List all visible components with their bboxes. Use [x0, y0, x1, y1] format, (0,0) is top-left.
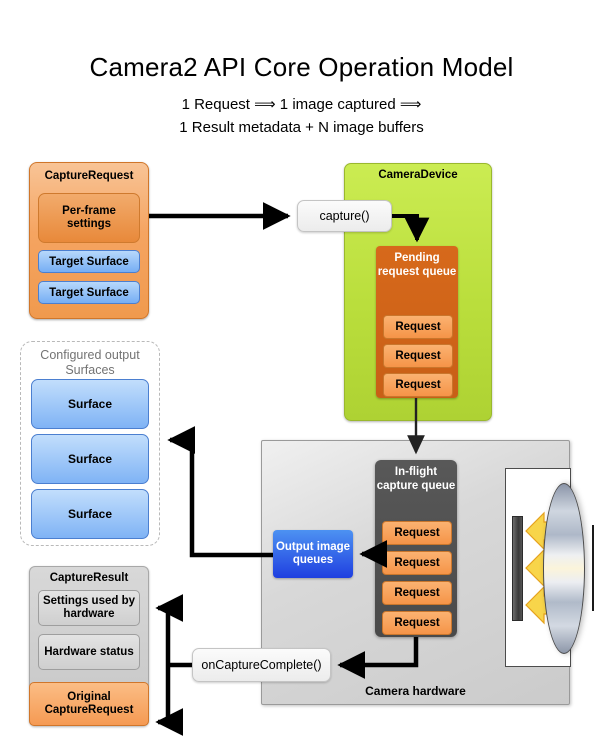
- capture-result-hardware-status: Hardware status: [38, 634, 140, 670]
- original-capture-request-box: Original CaptureRequest: [29, 682, 149, 726]
- subtitle-line-1: 1 Request ⟹ 1 image captured ⟹: [181, 96, 422, 113]
- output-surface-2: Surface: [31, 489, 149, 539]
- camera-hardware-label: Camera hardware: [365, 684, 466, 698]
- subtitle-line-2: 1 Result metadata + N image buffers: [179, 119, 424, 136]
- page-title: Camera2 API Core Operation Model: [89, 52, 514, 82]
- in-flight-request-chip-0: Request: [382, 521, 452, 545]
- diagram-canvas: Camera2 API Core Operation Model 1 Reque…: [0, 0, 603, 741]
- capture-request-title: CaptureRequest: [44, 170, 134, 182]
- on-capture-complete-label[interactable]: onCaptureComplete(): [192, 648, 331, 682]
- camera-device-title: CameraDevice: [378, 169, 458, 181]
- image-sensor-bar: [512, 516, 523, 621]
- in-flight-request-chip-2: Request: [382, 581, 452, 605]
- target-surface-1: Target Surface: [38, 281, 140, 304]
- per-frame-settings-box: Per-frame settings: [38, 193, 140, 243]
- scene-object-line: [592, 525, 594, 611]
- pending-request-chip-1: Request: [383, 344, 453, 368]
- pending-request-chip-2: Request: [383, 373, 453, 397]
- output-surface-1: Surface: [31, 434, 149, 484]
- camera-lens: [543, 483, 585, 654]
- capture-result-title: CaptureResult: [49, 572, 129, 584]
- configured-output-surfaces-label: Configured output Surfaces: [40, 348, 140, 377]
- in-flight-request-chip-1: Request: [382, 551, 452, 575]
- in-flight-capture-queue-box: In-flight capture queue Request Request …: [375, 460, 457, 637]
- output-surface-0: Surface: [31, 379, 149, 429]
- arrow-output-queues-to-surfaces: [167, 426, 273, 558]
- pending-request-queue-title: Pending request queue: [377, 252, 457, 278]
- in-flight-capture-queue-title: In-flight capture queue: [376, 466, 456, 492]
- target-surface-0: Target Surface: [38, 250, 140, 273]
- pending-request-chip-0: Request: [383, 315, 453, 339]
- output-image-queues-box: Output image queues: [273, 530, 353, 578]
- in-flight-request-chip-3: Request: [382, 611, 452, 635]
- pending-request-queue-box: Pending request queue Request Request Re…: [376, 246, 458, 398]
- arrow-on-capture-complete-to-capture-result: [155, 594, 192, 736]
- capture-method-label[interactable]: capture(): [297, 200, 392, 232]
- capture-result-settings-used: Settings used by hardware: [38, 590, 140, 626]
